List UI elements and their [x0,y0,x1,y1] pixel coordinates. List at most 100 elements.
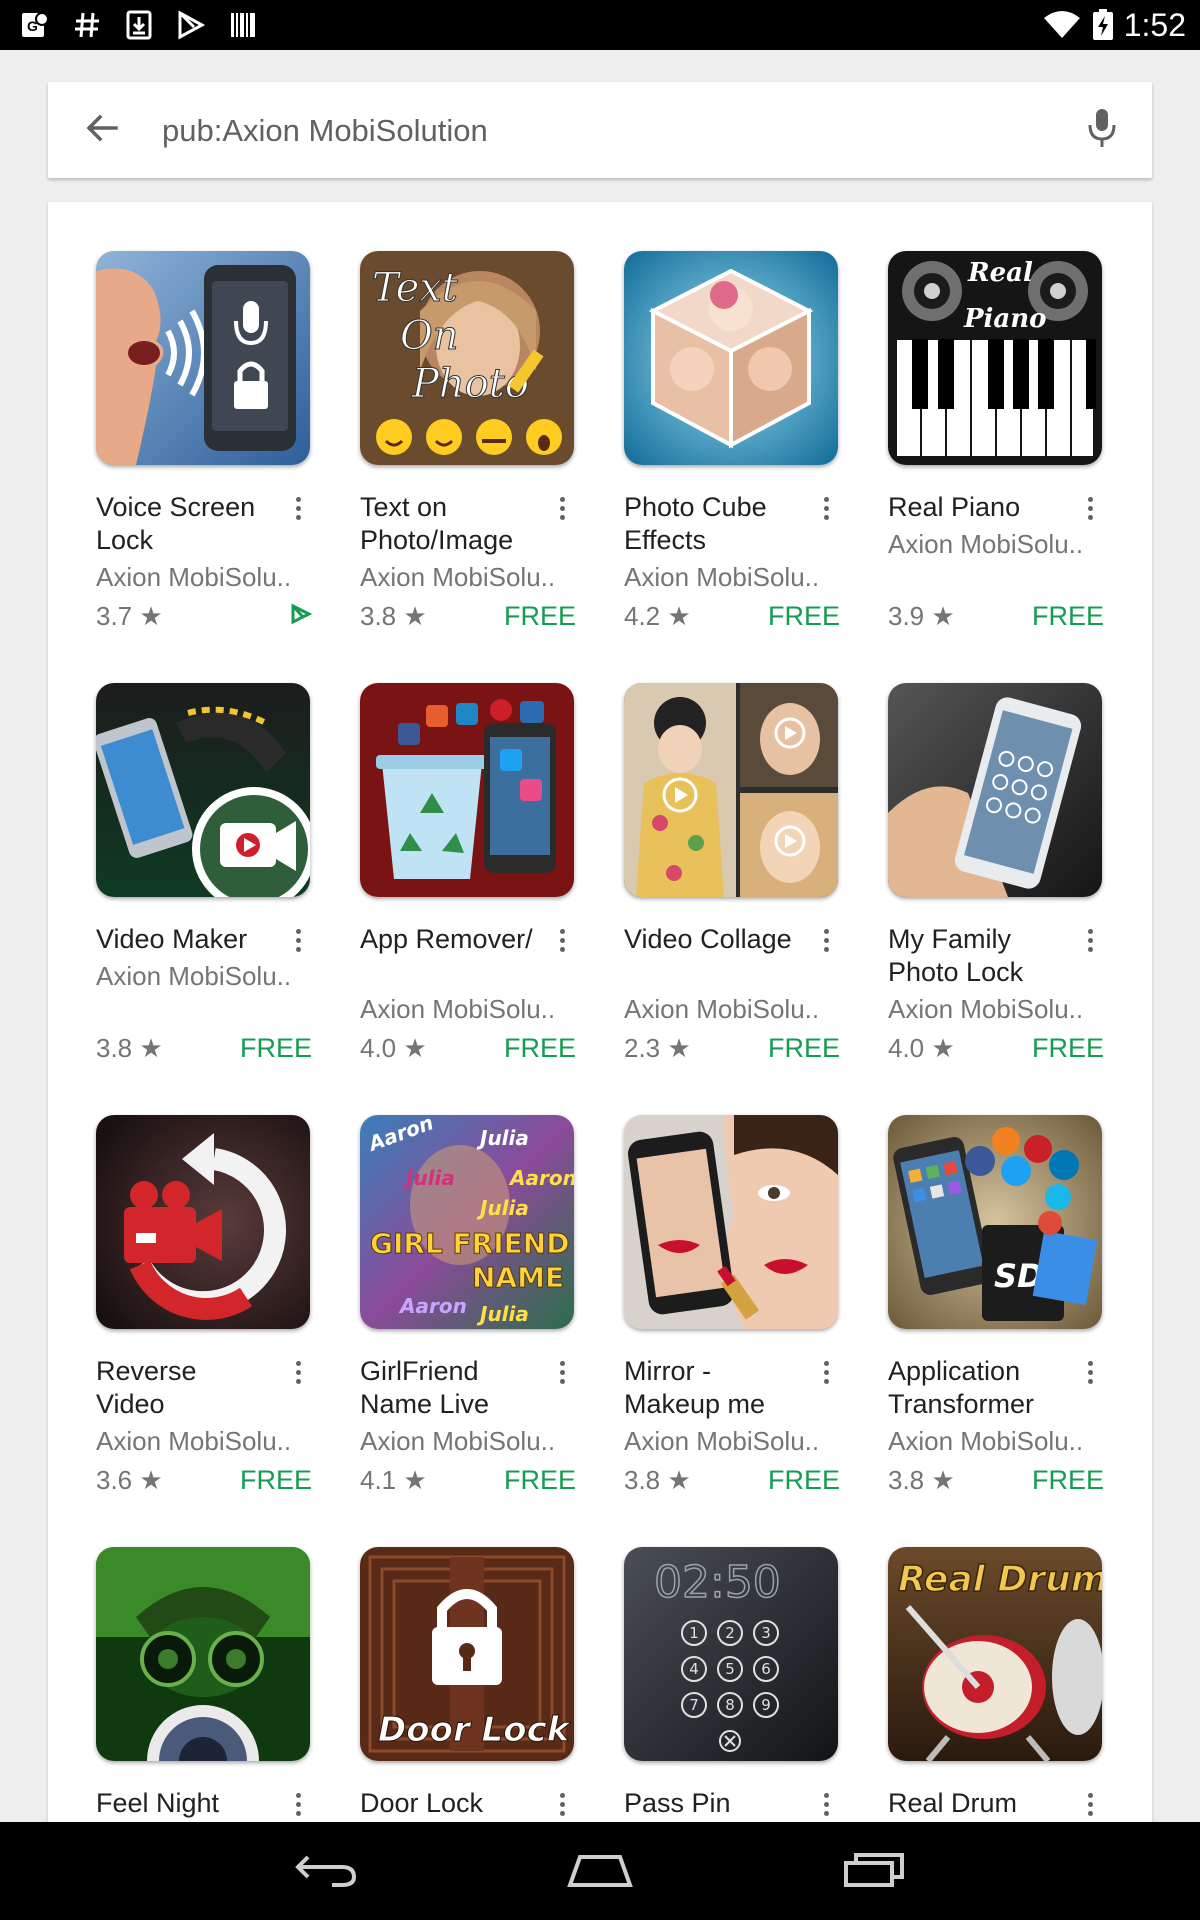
app-title: Real Piano [888,492,1021,522]
back-button[interactable] [78,106,126,154]
app-developer: Axion MobiSolu.. [624,562,820,592]
app-card-video-collage[interactable]: Video Collage Axion MobiSolu.. 2.3 ★ FRE… [624,683,840,1087]
app-developer: Axion MobiSolu.. [96,562,292,592]
nav-back-button[interactable] [284,1841,368,1901]
app-title: Video Maker [96,924,248,954]
app-card-text-on-photo[interactable]: Text On Photo Text on Photo/Image Axion … [360,251,576,655]
nav-home-button[interactable] [558,1841,642,1901]
star-icon: ★ [403,1464,427,1495]
overflow-menu-icon[interactable] [1076,1357,1104,1387]
wifi-icon [1042,10,1082,40]
girlfriend-name-live-app-icon: Aaron Julia Julia Julia Aaron Aaron Juli… [360,1115,574,1329]
voice-search-button[interactable] [1076,104,1128,156]
video-collage-app-icon [624,683,838,897]
app-price: FREE [503,600,576,631]
app-developer: Axion MobiSolu.. [888,1426,1084,1456]
star-icon: ★ [139,1464,163,1495]
door-lock-app-icon: Door Lock [360,1547,574,1761]
real-piano-app-icon: Real Piano [888,251,1102,465]
icon-text-line: Julia [476,1126,529,1150]
app-card-reverse-video[interactable]: Reverse Video Axion MobiSolu.. 3.6 ★ FRE… [96,1115,312,1519]
overflow-menu-icon[interactable] [548,1357,576,1387]
app-card-real-drum[interactable]: Real Drum Real Drum [888,1547,1104,1822]
app-card-girlfriend-name-live[interactable]: Aaron Julia Julia Julia Aaron Aaron Juli… [360,1115,576,1519]
battery-charging-icon [1092,9,1114,40]
app-rating: 3.8 [624,1464,661,1495]
photo-cube-effects-app-icon [624,251,838,465]
app-title: Feel Night [96,1788,220,1818]
app-card-voice-screen-lock[interactable]: Voice Screen Lock Axion MobiSolu.. 3.7 ★ [96,251,313,655]
overflow-menu-icon[interactable] [548,493,576,523]
voice-screen-lock-app-icon [96,251,310,465]
status-time: 1:52 [1123,6,1186,43]
overflow-menu-icon[interactable] [284,1357,312,1387]
overflow-menu-icon[interactable] [548,1789,576,1819]
icon-text-line: Real Drum [898,1559,1102,1600]
star-icon: ★ [931,1032,955,1063]
app-rating: 3.8 [96,1032,133,1063]
nav-recents-button[interactable] [832,1841,916,1901]
app-card-feel-night[interactable]: Feel Night [96,1547,312,1822]
icon-text-line: NAME [472,1261,564,1294]
app-card-pass-pin[interactable]: 02:50 1 2 3 4 5 6 7 8 9 Pass Pin [624,1547,840,1822]
real-drum-app-icon: Real Drum [888,1547,1102,1761]
app-rating: 3.8 [888,1464,925,1495]
overflow-menu-icon[interactable] [284,493,312,523]
overflow-menu-icon[interactable] [812,925,840,955]
overflow-menu-icon[interactable] [812,493,840,523]
app-rating: 4.2 [624,600,661,631]
app-rating: 3.7 [96,600,133,631]
icon-text-line: 5 [725,1660,735,1678]
icon-text-line: On [400,313,459,359]
star-icon: ★ [667,1032,691,1063]
icon-text-line: 02:50 [654,1557,781,1608]
video-maker-app-icon [96,683,310,897]
app-card-video-maker[interactable]: Video Maker Axion MobiSolu.. 3.8 ★ FREE [96,683,312,1087]
app-card-photo-cube-effects[interactable]: Photo Cube Effects Axion MobiSolu.. 4.2 … [624,251,840,655]
play-badge-icon [290,603,313,630]
overflow-menu-icon[interactable] [1076,1789,1104,1819]
icon-text-line: 9 [761,1696,771,1714]
overflow-menu-icon[interactable] [812,1357,840,1387]
overflow-menu-icon[interactable] [1076,925,1104,955]
icon-text-line: 1 [689,1624,699,1642]
app-developer: Axion MobiSolu.. [360,562,556,592]
navigation-bar [0,1822,1200,1920]
recents-nav-icon [840,1849,908,1894]
app-price: FREE [239,1032,312,1063]
star-icon: ★ [931,1464,955,1495]
feel-night-app-icon [96,1547,310,1761]
app-card-app-remover[interactable]: App Remover/ Axion MobiSolu.. 4.0 ★ FREE [360,683,576,1087]
app-title: Pass Pin [624,1788,731,1818]
pass-pin-app-icon: 02:50 1 2 3 4 5 6 7 8 9 [624,1547,838,1761]
star-icon: ★ [139,1032,163,1063]
overflow-menu-icon[interactable] [284,1789,312,1819]
status-bar: G 1:52 [0,0,1200,50]
app-title: Photo Cube Effects [624,492,767,555]
app-developer: Axion MobiSolu.. [624,1426,820,1456]
app-title: App Remover/ [360,924,533,954]
overflow-menu-icon[interactable] [812,1789,840,1819]
icon-text-line: Door Lock [378,1710,572,1750]
search-input[interactable] [160,102,1014,160]
icon-text-line: Julia [476,1196,529,1220]
overflow-menu-icon[interactable] [1076,493,1104,523]
app-card-mirror-makeup-me[interactable]: Mirror - Makeup me Axion MobiSolu.. 3.8 … [624,1115,840,1519]
app-card-door-lock[interactable]: Door Lock Door Lock [360,1547,576,1822]
app-card-my-family-photo-lock[interactable]: My Family Photo Lock Axion MobiSolu.. 4.… [888,683,1104,1087]
icon-text-line: Julia [476,1302,529,1326]
app-developer: Axion MobiSolu.. [624,994,820,1024]
app-title: Text on Photo/Image [360,492,514,555]
app-card-application-transformer[interactable]: SD Application Transformer Axion MobiSol… [888,1115,1104,1519]
app-title: Door Lock [360,1788,484,1818]
icon-text-line: 7 [689,1696,699,1714]
app-card-real-piano[interactable]: Real Piano Real Piano Axion MobiSolu.. 3… [888,251,1104,655]
icon-text-line: 2 [725,1624,735,1642]
icon-text-line: 8 [725,1696,735,1714]
hash-icon [72,10,102,40]
overflow-menu-icon[interactable] [284,925,312,955]
star-icon: ★ [403,1032,427,1063]
app-rating: 3.9 [888,600,925,631]
download-icon [124,10,154,40]
overflow-menu-icon[interactable] [548,925,576,955]
